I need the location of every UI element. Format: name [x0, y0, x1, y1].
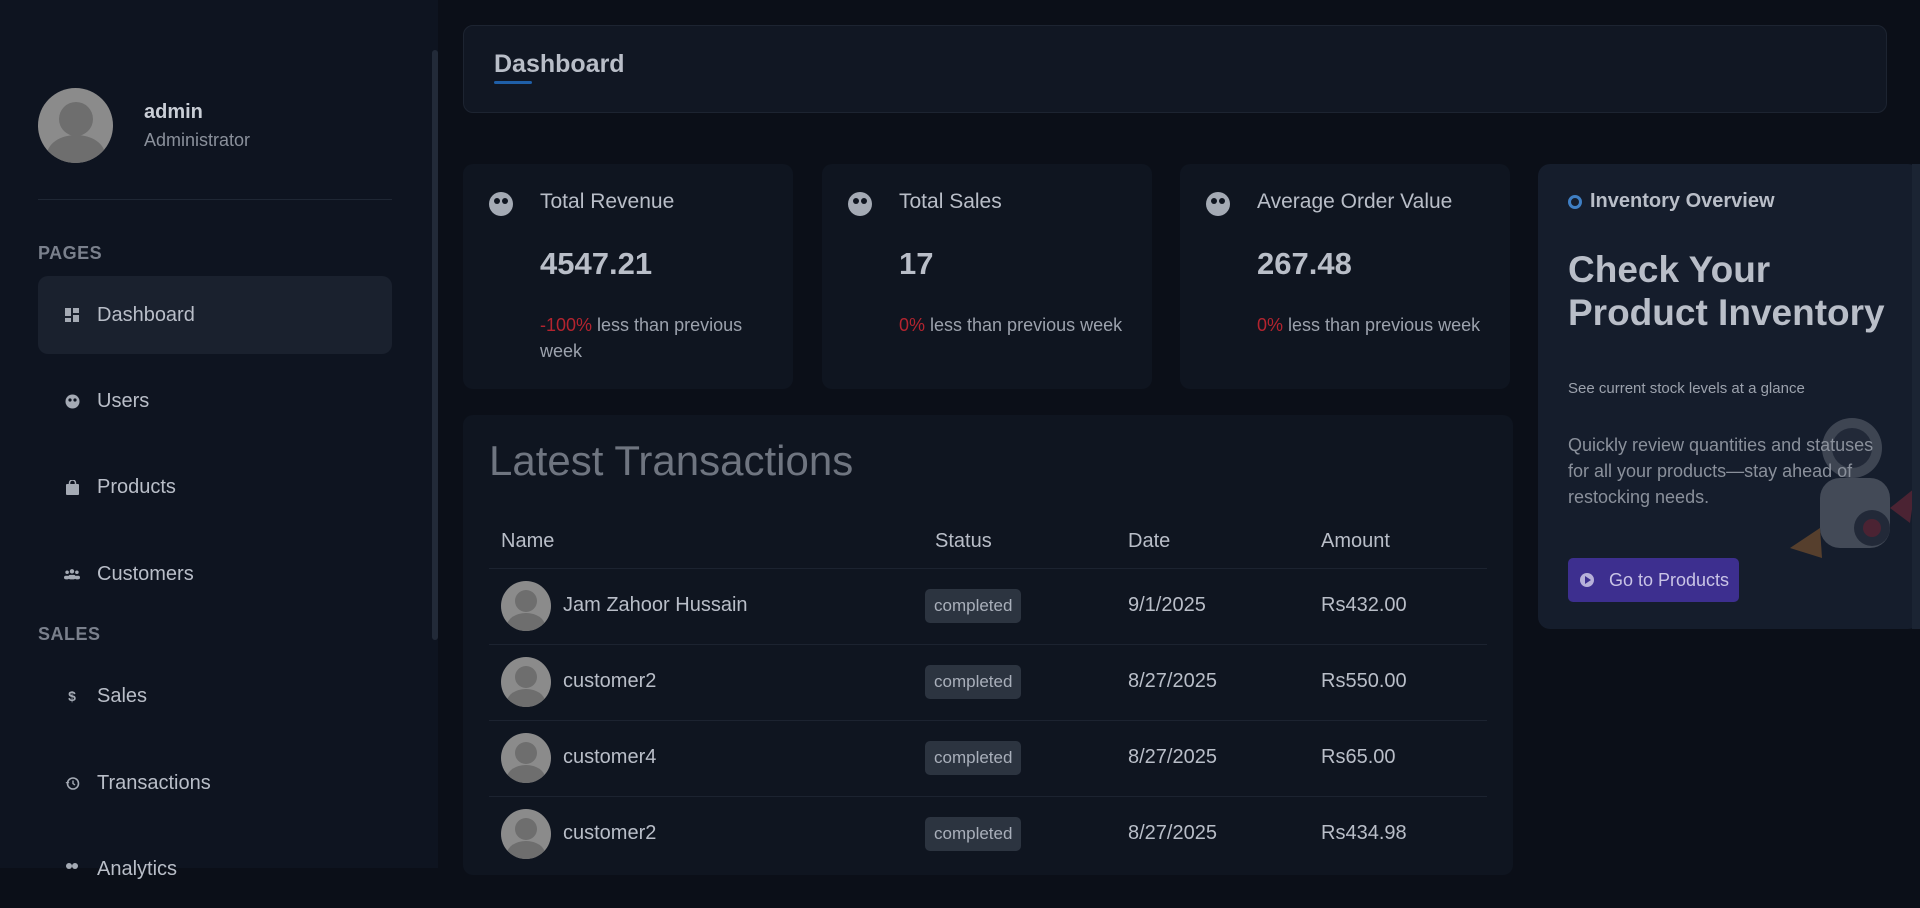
stat-title: Average Order Value: [1257, 190, 1453, 213]
customer-name: customer2: [563, 822, 657, 844]
user-profile[interactable]: admin Administrator: [38, 88, 250, 163]
sidebar-item-analytics[interactable]: Analytics: [38, 830, 392, 908]
transaction-amount: Rs550.00: [1321, 670, 1407, 692]
sidebar-item-customers[interactable]: Customers: [38, 535, 392, 613]
avatar: [38, 88, 113, 163]
profile-role: Administrator: [144, 129, 251, 150]
customer-name: customer2: [563, 670, 657, 692]
customer-name: Jam Zahoor Hussain: [563, 594, 748, 616]
column-header-name: Name: [501, 530, 555, 552]
avatar: [501, 809, 551, 859]
change-percent: 0%: [899, 315, 926, 335]
magnifier-icon: [1568, 194, 1582, 209]
stat-change: 0% less than previous week: [899, 312, 1129, 338]
stat-change: 0% less than previous week: [1257, 312, 1487, 338]
stat-value: 4547.21: [540, 246, 653, 281]
sidebar-item-users[interactable]: Users: [38, 362, 392, 440]
table-row[interactable]: Jam Zahoor Hussain completed 9/1/2025 Rs…: [489, 568, 1487, 645]
dashboard-icon: [64, 307, 80, 323]
inventory-label: Inventory Overview: [1568, 190, 1775, 213]
sidebar-item-products[interactable]: Products: [38, 448, 392, 526]
transaction-date: 8/27/2025: [1128, 746, 1217, 768]
transaction-date: 8/27/2025: [1128, 670, 1217, 692]
sidebar-scrollbar[interactable]: [432, 50, 438, 640]
dollar-icon: $: [68, 688, 76, 704]
title-underline: [494, 81, 532, 84]
sidebar-item-label: Products: [97, 475, 176, 498]
mood-icon: [489, 192, 513, 216]
table-row[interactable]: customer4 completed 8/27/2025 Rs65.00: [489, 720, 1487, 797]
transaction-amount: Rs432.00: [1321, 594, 1407, 616]
table-row[interactable]: customer2 completed 8/27/2025 Rs434.98: [489, 796, 1487, 873]
sidebar-item-label: Users: [97, 389, 150, 412]
bag-icon: [64, 479, 80, 495]
latest-transactions-card: Latest Transactions Name Status Date Amo…: [463, 415, 1513, 875]
change-percent: 0%: [1257, 315, 1284, 335]
transactions-title: Latest Transactions: [489, 437, 854, 484]
stat-change: -100% less than previous week: [540, 312, 770, 364]
inventory-description: Quickly review quantities and statuses f…: [1568, 435, 1874, 507]
section-label-pages: PAGES: [38, 243, 103, 263]
change-percent: -100%: [540, 315, 593, 335]
status-badge: completed: [925, 741, 1022, 775]
status-badge: completed: [925, 665, 1022, 699]
avatar: [501, 581, 551, 631]
sidebar-divider: [38, 199, 392, 200]
inventory-label-text: Inventory Overview: [1590, 190, 1775, 212]
sidebar-item-label: Customers: [97, 562, 194, 585]
column-header-date: Date: [1128, 530, 1171, 552]
avatar: [501, 733, 551, 783]
sidebar-item-label: Sales: [97, 684, 148, 707]
section-label-sales: SALES: [38, 624, 101, 644]
history-icon: [64, 775, 80, 791]
analytics-icon: [64, 861, 80, 877]
status-badge: completed: [925, 589, 1022, 623]
sidebar: admin Administrator PAGES Dashboard User…: [0, 0, 438, 880]
inventory-overview-card: Inventory Overview Check Your Product In…: [1538, 164, 1920, 629]
customer-name: customer4: [563, 746, 657, 768]
transaction-amount: Rs65.00: [1321, 746, 1396, 768]
change-text: less than previous week: [1283, 315, 1481, 335]
stat-value: 267.48: [1257, 246, 1352, 281]
sidebar-item-label: Analytics: [97, 857, 178, 880]
transaction-date: 9/1/2025: [1128, 594, 1206, 616]
sidebar-item-dashboard[interactable]: Dashboard: [38, 276, 392, 354]
sidebar-item-label: Transactions: [97, 771, 211, 794]
inventory-subtitle: See current stock levels at a glance: [1568, 380, 1805, 397]
stat-title: Total Sales: [899, 190, 1002, 213]
button-label: Go to Products: [1609, 569, 1730, 590]
sidebar-item-sales[interactable]: $ Sales: [38, 657, 392, 735]
avatar: [501, 657, 551, 707]
table-row[interactable]: customer2 completed 8/27/2025 Rs550.00: [489, 644, 1487, 721]
stat-card-average-order-value: Average Order Value 267.48 0% less than …: [1180, 164, 1510, 389]
transaction-date: 8/27/2025: [1128, 822, 1217, 844]
inventory-heading: Check Your Product Inventory: [1568, 249, 1885, 333]
mood-icon: [848, 192, 872, 216]
status-badge: completed: [925, 817, 1022, 851]
go-to-products-button[interactable]: Go to Products: [1568, 558, 1739, 602]
stat-title: Total Revenue: [540, 190, 675, 213]
card-edge: [1912, 164, 1920, 629]
page-header: Dashboard: [463, 25, 1887, 113]
users-icon: [64, 393, 80, 409]
stat-value: 17: [899, 246, 934, 281]
sidebar-item-label: Dashboard: [97, 303, 195, 326]
column-header-amount: Amount: [1321, 530, 1390, 552]
stat-card-total-sales: Total Sales 17 0% less than previous wee…: [822, 164, 1152, 389]
play-circle-icon: [1580, 573, 1594, 587]
sidebar-item-transactions[interactable]: Transactions: [38, 744, 392, 822]
stat-card-total-revenue: Total Revenue 4547.21 -100% less than pr…: [463, 164, 793, 389]
change-text: less than previous week: [925, 315, 1123, 335]
profile-name: admin: [144, 100, 203, 123]
group-icon: [64, 566, 80, 582]
mood-icon: [1206, 192, 1230, 216]
column-header-status: Status: [935, 530, 992, 552]
transaction-amount: Rs434.98: [1321, 822, 1407, 844]
page-title: Dashboard: [494, 50, 625, 78]
